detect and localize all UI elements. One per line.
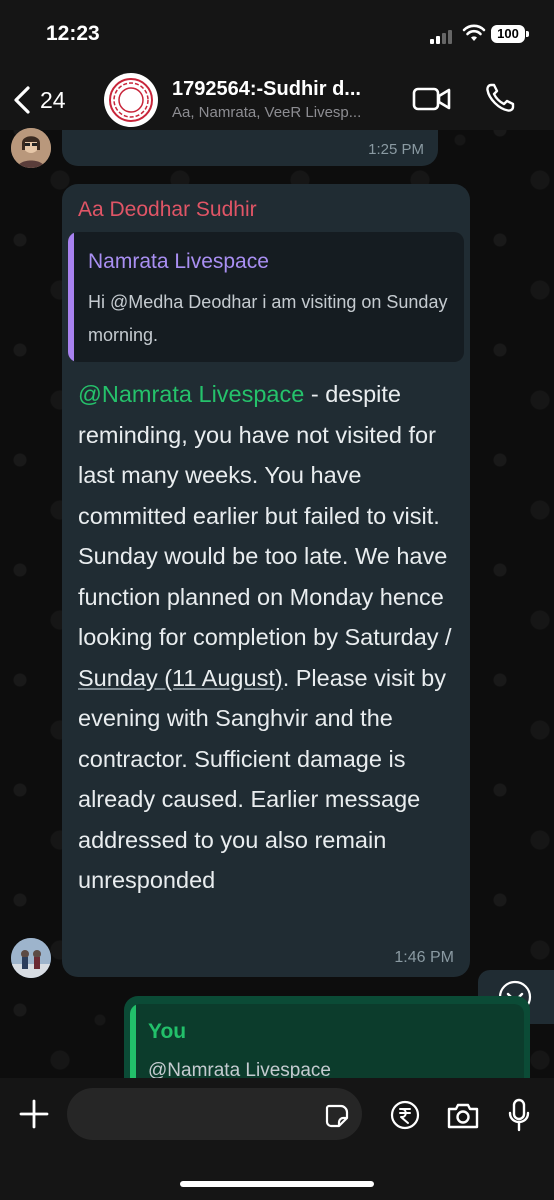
unread-count: 24 — [40, 86, 66, 113]
message-input[interactable] — [67, 1088, 362, 1140]
group-logo-icon — [109, 78, 153, 122]
quoted-text: Hi @Medha Deodhar i am visiting on Sunda… — [88, 292, 448, 345]
phone-call-icon[interactable] — [484, 82, 516, 114]
sticker-icon[interactable] — [325, 1104, 349, 1128]
signal-icon — [430, 28, 456, 44]
message-text-part2: . Please visit by evening with Sanghvir … — [78, 664, 446, 894]
message-bubble[interactable]: Aa Deodhar Sudhir Namrata Livespace Hi @… — [62, 184, 470, 977]
back-button[interactable]: 24 — [12, 82, 66, 118]
chat-header: 24 1792564:-Sudhir d... Aa, Namrata, Vee… — [0, 70, 554, 130]
message-sender[interactable]: Aa Deodhar Sudhir — [78, 198, 257, 222]
status-bar: 12:23 100 — [0, 0, 554, 70]
payment-rupee-icon[interactable] — [390, 1100, 420, 1130]
camera-icon[interactable] — [446, 1102, 480, 1130]
message-input-bar — [0, 1078, 554, 1200]
wifi-icon — [462, 24, 486, 41]
quote-accent-bar — [68, 232, 74, 362]
microphone-icon[interactable] — [507, 1098, 531, 1132]
chat-title[interactable]: 1792564:-Sudhir d... — [172, 78, 361, 101]
group-avatar[interactable] — [104, 73, 158, 127]
status-time: 12:23 — [46, 22, 100, 45]
chevron-left-icon — [14, 86, 30, 114]
chat-participants[interactable]: Aa, Namrata, VeeR Livesp... — [172, 104, 361, 121]
person-avatar-icon — [11, 128, 51, 168]
message-timestamp: 1:46 PM — [394, 949, 454, 966]
sender-avatar[interactable] — [11, 938, 51, 978]
group-photo-avatar-icon — [11, 938, 51, 978]
quoted-message[interactable]: Namrata Livespace Hi @Medha Deodhar i am… — [68, 232, 464, 362]
message-timestamp: 1:25 PM — [368, 141, 424, 158]
battery-tip — [526, 31, 529, 37]
message-text: @Namrata Livespace - despite reminding, … — [78, 374, 464, 901]
date-link[interactable]: Sunday (11 August) — [78, 665, 283, 691]
previous-message-bubble[interactable]: 1:25 PM — [62, 130, 438, 166]
own-quote-label: You — [148, 1020, 187, 1043]
quoted-sender: Namrata Livespace — [88, 250, 269, 273]
battery-level: 100 — [497, 26, 519, 41]
video-call-icon[interactable] — [412, 84, 452, 114]
attach-plus-icon[interactable] — [18, 1098, 50, 1130]
mention-link[interactable]: @Namrata Livespace — [78, 381, 304, 407]
sender-avatar[interactable] — [11, 128, 51, 168]
home-indicator — [180, 1181, 374, 1187]
battery-icon: 100 — [491, 25, 525, 43]
message-text-part1: - despite reminding, you have not visite… — [78, 381, 452, 650]
